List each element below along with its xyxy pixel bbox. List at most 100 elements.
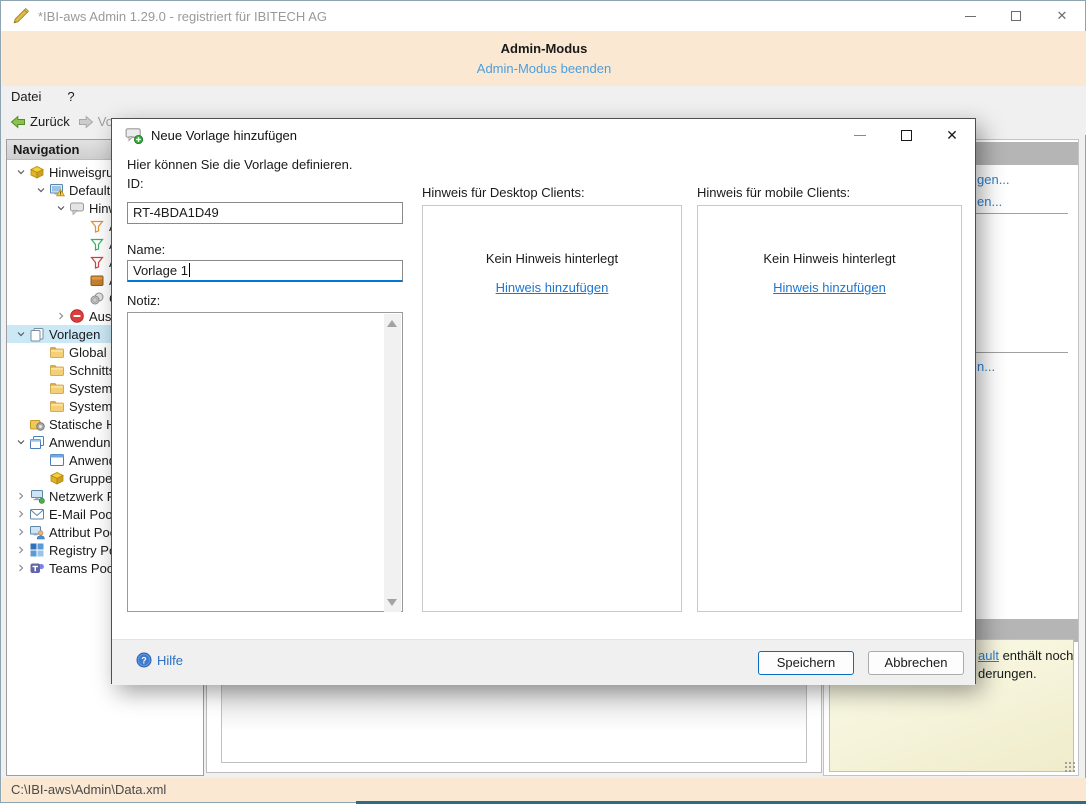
folder-icon bbox=[49, 398, 66, 414]
main-window: *IBI-aws Admin 1.29.0 - registriert für … bbox=[0, 0, 1086, 803]
detail-link-3[interactable]: n... bbox=[977, 359, 995, 374]
exclusion-icon bbox=[69, 308, 86, 324]
minimize-button[interactable] bbox=[947, 1, 993, 31]
chevron-spacer bbox=[33, 398, 49, 414]
minimize-icon bbox=[965, 16, 976, 17]
tree-item-label: Vorlagen bbox=[46, 327, 100, 342]
chevron-spacer bbox=[33, 470, 49, 486]
filter-orange-icon bbox=[89, 218, 106, 234]
chevron-right-icon[interactable] bbox=[13, 524, 29, 540]
note-scrollbar[interactable] bbox=[384, 314, 401, 612]
note-label: Notiz: bbox=[127, 293, 160, 308]
hint-icon bbox=[69, 200, 86, 216]
note-textarea[interactable] bbox=[127, 312, 403, 612]
status-file-path: C:\IBI-aws\Admin\Data.xml bbox=[11, 782, 166, 797]
dialog-close-button[interactable]: ✕ bbox=[929, 119, 975, 151]
chevron-right-icon[interactable] bbox=[13, 488, 29, 504]
desktop-hint-add-link[interactable]: Hinweis hinzufügen bbox=[496, 280, 609, 295]
tree-item-label: Global bbox=[66, 345, 107, 360]
chevron-right-icon[interactable] bbox=[13, 560, 29, 576]
menu-item-datei[interactable]: Datei bbox=[2, 86, 50, 108]
folder-icon bbox=[49, 380, 66, 396]
teams-pool-icon bbox=[29, 560, 46, 576]
chevron-down-icon[interactable] bbox=[33, 182, 49, 198]
maximize-button[interactable] bbox=[993, 1, 1039, 31]
detail-link-2[interactable]: en... bbox=[977, 194, 1002, 209]
email-pool-icon bbox=[29, 506, 46, 522]
name-field[interactable]: Vorlage 1 bbox=[127, 260, 403, 282]
detail-link-1[interactable]: gen... bbox=[977, 172, 1010, 187]
admin-mode-banner: Admin-Modus Admin-Modus beenden bbox=[2, 31, 1086, 86]
coins-icon bbox=[89, 290, 106, 306]
back-label: Zurück bbox=[30, 114, 70, 129]
box-icon bbox=[89, 272, 106, 288]
static-hints-icon bbox=[29, 416, 46, 432]
dialog-minimize-button[interactable] bbox=[837, 119, 883, 151]
folder-icon bbox=[49, 344, 66, 360]
notice-text-line2: derungen. bbox=[978, 666, 1037, 681]
back-button[interactable]: Zurück bbox=[10, 114, 70, 130]
mobile-hint-empty-text: Kein Hinweis hinterlegt bbox=[698, 251, 961, 266]
chevron-right-icon[interactable] bbox=[53, 308, 69, 324]
new-template-dialog: Neue Vorlage hinzufügen ✕ Hier können Si… bbox=[111, 118, 976, 684]
save-button[interactable]: Speichern bbox=[758, 651, 854, 675]
chevron-down-icon[interactable] bbox=[13, 164, 29, 180]
desktop-hint-label: Hinweis für Desktop Clients: bbox=[422, 185, 585, 200]
registry-pool-icon bbox=[29, 542, 46, 558]
applications-icon bbox=[29, 434, 46, 450]
chevron-spacer bbox=[73, 272, 89, 288]
window-title: *IBI-aws Admin 1.29.0 - registriert für … bbox=[38, 9, 327, 24]
mobile-hint-panel: Kein Hinweis hinterlegt Hinweis hinzufüg… bbox=[697, 205, 962, 612]
default-group-link[interactable]: ault bbox=[978, 648, 999, 663]
filter-green-icon bbox=[89, 236, 106, 252]
cancel-button[interactable]: Abbrechen bbox=[868, 651, 964, 675]
chevron-down-icon[interactable] bbox=[13, 434, 29, 450]
mobile-hint-label: Hinweis für mobile Clients: bbox=[697, 185, 850, 200]
default-group-icon bbox=[49, 182, 66, 198]
minimize-icon bbox=[854, 135, 866, 136]
tree-item-label: Default bbox=[66, 183, 110, 198]
admin-mode-title: Admin-Modus bbox=[2, 41, 1086, 56]
menu-item-help[interactable]: ? bbox=[58, 86, 83, 108]
templates-icon bbox=[29, 326, 46, 342]
mobile-hint-add-link[interactable]: Hinweis hinzufügen bbox=[773, 280, 886, 295]
tree-item-label: Statische Hi bbox=[46, 417, 118, 432]
dialog-maximize-button[interactable] bbox=[883, 119, 929, 151]
chevron-right-icon[interactable] bbox=[13, 542, 29, 558]
name-value: Vorlage 1 bbox=[133, 263, 188, 278]
tree-item-label: Anwendung bbox=[46, 435, 118, 450]
back-arrow-icon bbox=[10, 114, 26, 130]
svg-text:?: ? bbox=[141, 655, 147, 665]
scroll-up-icon[interactable] bbox=[387, 320, 397, 327]
close-icon: ✕ bbox=[1057, 8, 1068, 24]
tree-item-label: Anwend bbox=[66, 453, 116, 468]
menu-bar: Datei ? bbox=[2, 86, 1086, 108]
maximize-icon bbox=[1011, 11, 1021, 21]
admin-mode-exit-link[interactable]: Admin-Modus beenden bbox=[2, 61, 1086, 76]
tree-item-label: Schnitts bbox=[66, 363, 115, 378]
help-link[interactable]: ? Hilfe bbox=[136, 652, 183, 668]
title-bar: *IBI-aws Admin 1.29.0 - registriert für … bbox=[1, 1, 1085, 31]
chevron-spacer bbox=[73, 218, 89, 234]
chevron-spacer bbox=[33, 362, 49, 378]
application-icon bbox=[49, 452, 66, 468]
id-field[interactable]: RT-4BDA1D49 bbox=[127, 202, 403, 224]
chevron-spacer bbox=[13, 416, 29, 432]
attribute-pool-icon bbox=[29, 524, 46, 540]
text-cursor bbox=[189, 263, 190, 277]
tree-item-label: Hinweisgru bbox=[46, 165, 113, 180]
close-button[interactable]: ✕ bbox=[1039, 1, 1085, 31]
chevron-down-icon[interactable] bbox=[13, 326, 29, 342]
chevron-right-icon[interactable] bbox=[13, 506, 29, 522]
scroll-down-icon[interactable] bbox=[387, 599, 397, 606]
desktop-hint-empty-text: Kein Hinweis hinterlegt bbox=[423, 251, 681, 266]
close-icon: ✕ bbox=[946, 127, 958, 144]
help-icon: ? bbox=[136, 652, 152, 668]
status-bar: C:\IBI-aws\Admin\Data.xml bbox=[2, 778, 1086, 802]
chevron-down-icon[interactable] bbox=[53, 200, 69, 216]
chevron-spacer bbox=[33, 380, 49, 396]
tree-item-label: E-Mail Pool bbox=[46, 507, 115, 522]
groups-icon bbox=[49, 470, 66, 486]
chevron-spacer bbox=[33, 344, 49, 360]
resize-grip[interactable] bbox=[1064, 761, 1076, 773]
